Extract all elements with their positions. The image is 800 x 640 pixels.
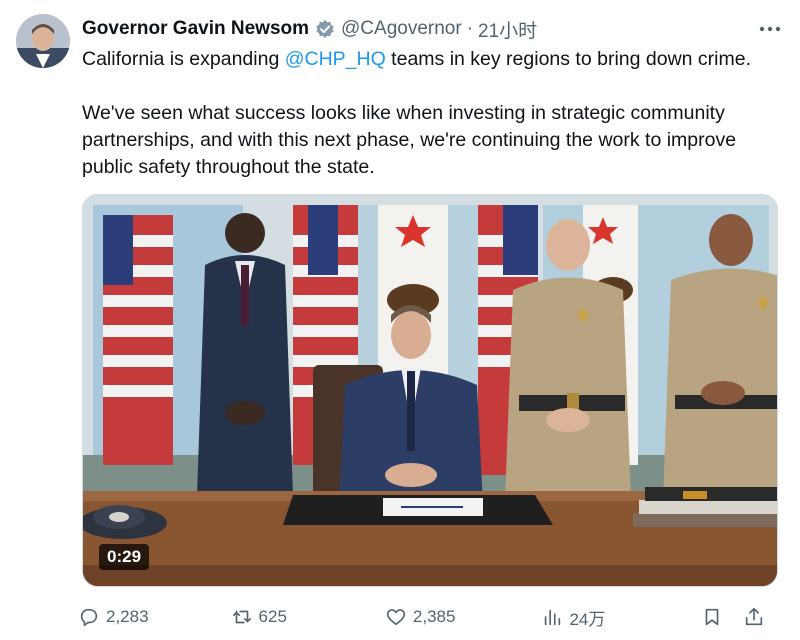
tweet-text: California is expanding @CHP_HQ teams in… — [82, 46, 782, 181]
reply-icon — [80, 608, 98, 627]
tweet-paragraph-1: California is expanding @CHP_HQ teams in… — [82, 46, 782, 73]
video-duration: 0:29 — [99, 544, 150, 570]
like-button[interactable]: 2,385 — [385, 606, 456, 628]
video-frame — [83, 195, 777, 586]
heart-icon — [386, 609, 405, 626]
like-count: 2,385 — [412, 607, 456, 626]
tweet-actions: 2,283 625 2,385 24万 — [78, 600, 782, 634]
reply-button[interactable]: 2,283 — [78, 606, 149, 628]
tweet-paragraph-2: We've seen what success looks like when … — [82, 102, 737, 178]
bookmark-icon — [706, 608, 719, 626]
header-separator: · — [466, 18, 474, 39]
more-options-icon[interactable] — [756, 16, 784, 42]
retweet-count: 625 — [258, 607, 287, 626]
bookmark-button[interactable] — [701, 606, 723, 628]
views-button[interactable]: 24万 — [541, 605, 605, 630]
tweet-text-suffix: teams in key regions to bring down crime… — [385, 48, 752, 70]
reply-count: 2,283 — [106, 607, 149, 626]
author-display-name[interactable]: Governor Gavin Newsom — [82, 18, 309, 40]
mention-link[interactable]: @CHP_HQ — [285, 48, 386, 70]
tweet-text-prefix: California is expanding — [82, 48, 285, 70]
tweet-header: Governor Gavin Newsom @CAgovernor · 21小时 — [82, 16, 784, 42]
avatar[interactable] — [16, 14, 70, 68]
verified-badge-icon — [315, 19, 335, 39]
retweet-button[interactable]: 625 — [231, 606, 287, 628]
share-button[interactable] — [743, 606, 765, 628]
tweet-timestamp[interactable]: 21小时 — [478, 16, 537, 43]
share-icon — [746, 607, 763, 626]
author-handle[interactable]: @CAgovernor — [341, 18, 462, 40]
video-player[interactable]: 0:29 — [82, 194, 778, 587]
retweet-icon — [232, 610, 251, 624]
views-chart-icon — [545, 609, 561, 626]
views-count: 24万 — [569, 609, 606, 629]
